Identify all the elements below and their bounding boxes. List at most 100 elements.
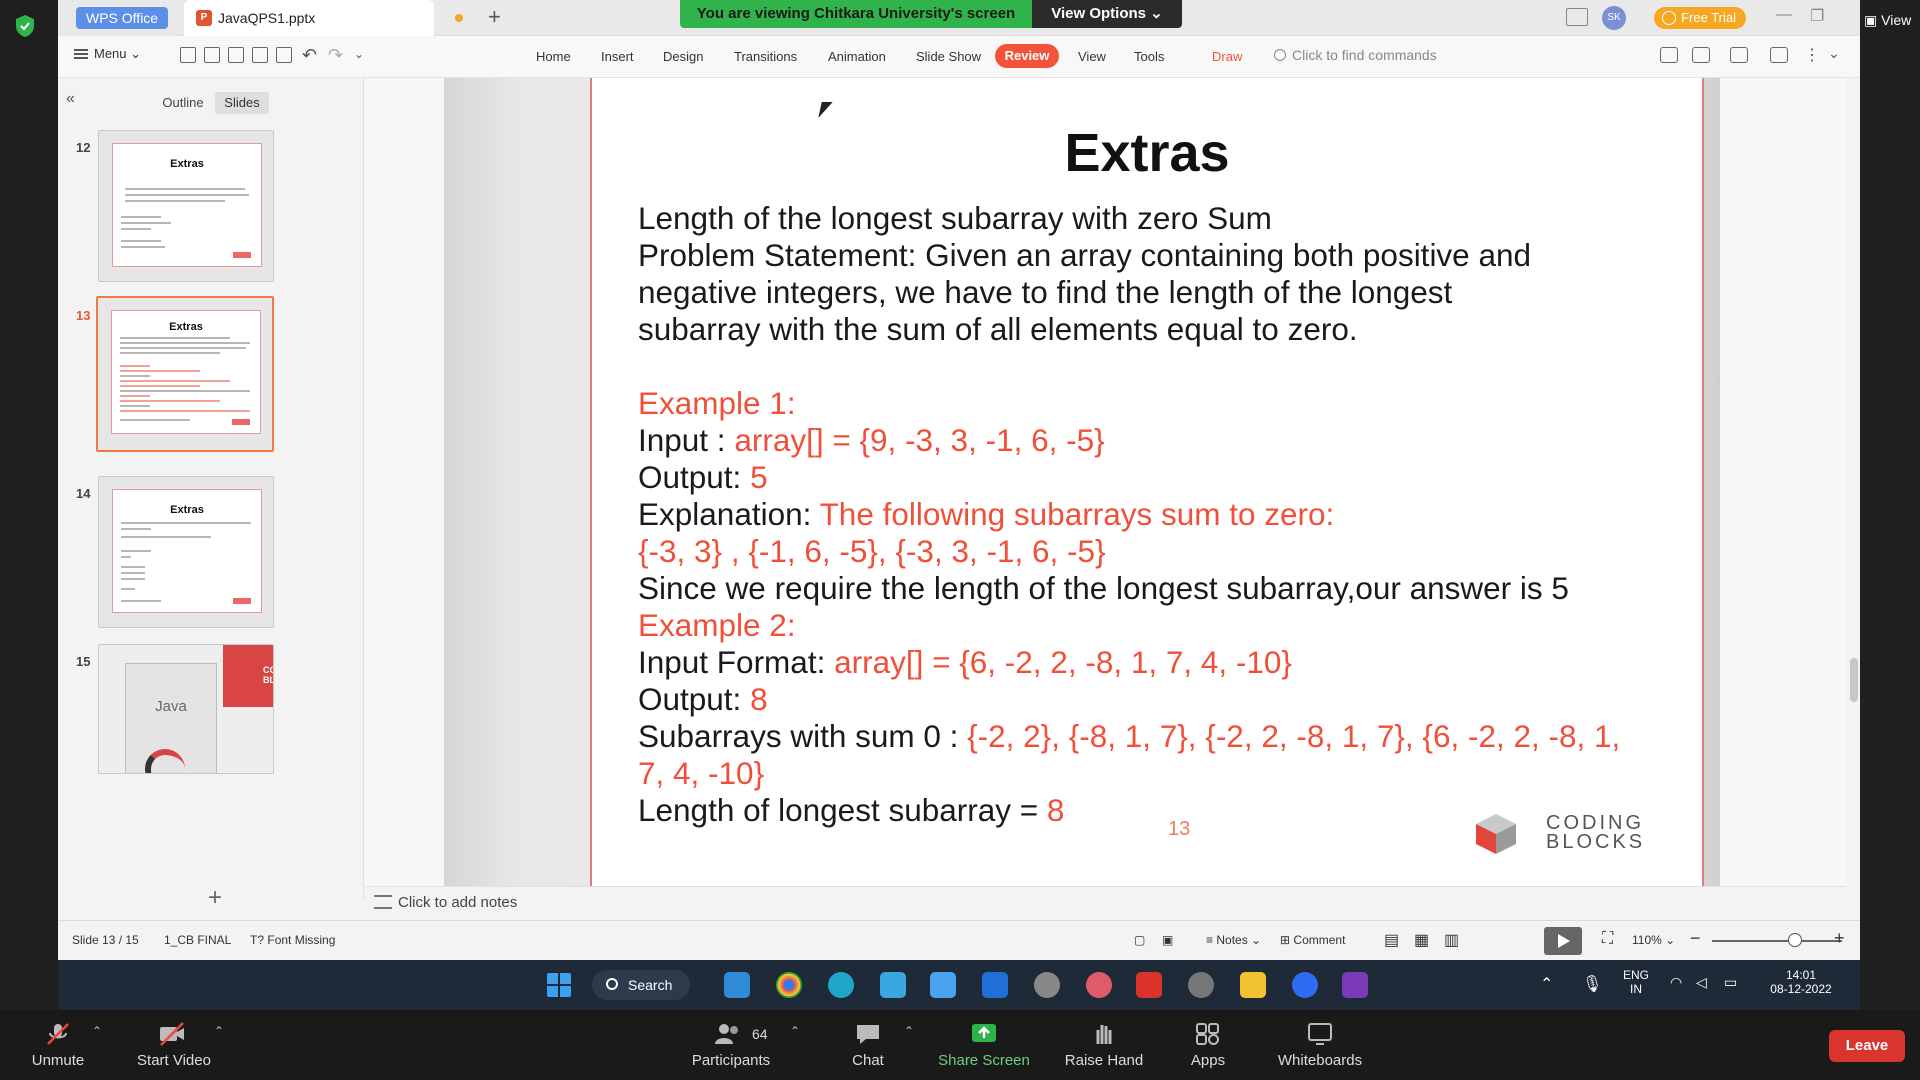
participants-options-chevron-icon[interactable]: ⌃ bbox=[790, 1024, 800, 1038]
zoom-slider[interactable] bbox=[1712, 940, 1842, 942]
customize-toolbar-icon[interactable]: ⌄ bbox=[354, 47, 364, 61]
file-explorer-icon[interactable] bbox=[1240, 972, 1266, 998]
start-video-label[interactable]: Start Video bbox=[132, 1052, 216, 1069]
muted-microphone-icon[interactable] bbox=[44, 1022, 72, 1046]
edge-icon[interactable] bbox=[828, 972, 854, 998]
layout-icon[interactable] bbox=[1566, 8, 1588, 26]
slide-thumbnail[interactable]: Extras bbox=[98, 476, 274, 628]
minimize-icon[interactable]: — bbox=[1776, 6, 1792, 24]
view-options-button[interactable]: View Options ⌄ bbox=[1032, 0, 1182, 28]
slack-icon[interactable] bbox=[1086, 972, 1112, 998]
apps-icon[interactable] bbox=[1194, 1022, 1222, 1046]
normal-view-icon[interactable]: ▤ bbox=[1384, 930, 1399, 950]
eclipse-icon[interactable] bbox=[1034, 972, 1060, 998]
chat-options-chevron-icon[interactable]: ⌃ bbox=[904, 1024, 914, 1038]
share-icon[interactable] bbox=[1692, 47, 1710, 63]
notes-toggle[interactable]: ≡ Notes ⌄ bbox=[1206, 933, 1261, 947]
chat-icon[interactable] bbox=[854, 1022, 882, 1046]
slide-thumbnail-active[interactable]: Extras bbox=[96, 296, 274, 452]
comment-toggle[interactable]: ⊞ Comment bbox=[1280, 933, 1345, 947]
eclipse-icon-2[interactable] bbox=[1188, 972, 1214, 998]
language-indicator[interactable]: ENG IN bbox=[1618, 968, 1654, 996]
raise-hand-label[interactable]: Raise Hand bbox=[1058, 1052, 1150, 1069]
tab-slides[interactable]: Slides bbox=[215, 92, 269, 114]
tab-document[interactable]: P JavaQPS1.pptx bbox=[184, 0, 434, 36]
leave-button[interactable]: Leave bbox=[1829, 1030, 1905, 1062]
zoom-in-icon[interactable]: + bbox=[1834, 928, 1845, 949]
tab-slide-show[interactable]: Slide Show bbox=[916, 49, 981, 64]
chrome-icon[interactable] bbox=[776, 972, 802, 998]
audio-options-chevron-icon[interactable]: ⌃ bbox=[92, 1024, 102, 1038]
view-button[interactable]: ▣ View bbox=[1864, 12, 1911, 29]
vertical-scrollbar[interactable] bbox=[1848, 78, 1860, 838]
replace-icon[interactable]: ▣ bbox=[1162, 933, 1173, 947]
tray-chevron-icon[interactable]: ⌃ bbox=[1540, 974, 1553, 994]
desktop-icon[interactable] bbox=[880, 972, 906, 998]
tab-draw[interactable]: Draw bbox=[1212, 49, 1242, 64]
tab-design[interactable]: Design bbox=[663, 49, 703, 64]
slide[interactable]: Extras Length of the longest subarray wi… bbox=[590, 78, 1704, 886]
print-preview-icon[interactable] bbox=[276, 47, 292, 63]
apps-label[interactable]: Apps bbox=[1180, 1052, 1236, 1069]
tab-animation[interactable]: Animation bbox=[828, 49, 886, 64]
tab-wps-office[interactable]: WPS Office bbox=[58, 0, 178, 36]
add-slide-plus-icon[interactable]: + bbox=[208, 884, 222, 912]
export-pdf-icon[interactable] bbox=[228, 47, 244, 63]
tab-review[interactable]: Review bbox=[995, 44, 1059, 68]
theme-name[interactable]: 1_CB FINAL bbox=[164, 933, 231, 947]
video-off-icon[interactable] bbox=[158, 1022, 186, 1046]
clock[interactable]: 14:01 08-12-2022 bbox=[1756, 968, 1846, 996]
participants-label[interactable]: Participants bbox=[686, 1052, 776, 1069]
open-folder-icon[interactable] bbox=[180, 47, 196, 63]
tab-transitions[interactable]: Transitions bbox=[734, 49, 797, 64]
restore-icon[interactable]: ❐ bbox=[1810, 6, 1824, 26]
undo-icon[interactable]: ↶ bbox=[302, 45, 317, 66]
new-tab-plus-icon[interactable]: + bbox=[488, 4, 501, 30]
cloud-sync-icon[interactable] bbox=[1730, 47, 1748, 63]
whiteboards-label[interactable]: Whiteboards bbox=[1270, 1052, 1370, 1069]
zoom-out-icon[interactable]: − bbox=[1690, 928, 1701, 949]
whiteboard-icon[interactable] bbox=[1306, 1022, 1334, 1046]
unmute-label[interactable]: Unmute bbox=[28, 1052, 88, 1069]
notes-bar[interactable]: Click to add notes bbox=[364, 886, 1846, 916]
share-screen-icon[interactable] bbox=[970, 1022, 998, 1046]
font-missing-button[interactable]: T? Font Missing bbox=[250, 933, 335, 947]
onenote-icon[interactable] bbox=[1342, 972, 1368, 998]
video-options-chevron-icon[interactable]: ⌃ bbox=[214, 1024, 224, 1038]
zoom-slider-handle[interactable] bbox=[1788, 933, 1802, 947]
collapse-panel-icon[interactable]: « bbox=[66, 90, 75, 108]
free-trial-button[interactable]: Free Trial bbox=[1654, 7, 1746, 29]
redo-icon[interactable]: ↷ bbox=[328, 45, 343, 66]
wps-office-icon[interactable] bbox=[1136, 972, 1162, 998]
slide-thumbnail[interactable]: Java CODING BLOCKS bbox=[98, 644, 274, 774]
slide-body-text[interactable]: Length of the longest subarray with zero… bbox=[638, 200, 1678, 829]
windows-start-icon[interactable] bbox=[546, 972, 572, 998]
collaborate-icon[interactable] bbox=[1660, 47, 1678, 63]
share-screen-label[interactable]: Share Screen bbox=[936, 1052, 1032, 1069]
slideshow-play-button[interactable] bbox=[1544, 927, 1582, 955]
protect-icon[interactable]: ▢ bbox=[1134, 933, 1145, 947]
collapse-ribbon-icon[interactable]: ⌄ bbox=[1828, 45, 1840, 62]
slide-sorter-icon[interactable]: ▦ bbox=[1414, 930, 1429, 950]
participants-icon[interactable] bbox=[714, 1022, 742, 1046]
wifi-icon[interactable]: ◠ bbox=[1670, 974, 1682, 991]
save-icon[interactable] bbox=[204, 47, 220, 63]
chat-label[interactable]: Chat bbox=[842, 1052, 894, 1069]
tab-home[interactable]: Home bbox=[536, 49, 571, 64]
notepad-icon[interactable] bbox=[930, 972, 956, 998]
comment-icon[interactable] bbox=[1770, 47, 1788, 63]
tab-view[interactable]: View bbox=[1078, 49, 1106, 64]
vscode-icon[interactable] bbox=[724, 972, 750, 998]
taskbar-search[interactable]: Search bbox=[592, 970, 690, 1000]
fit-window-icon[interactable]: ⛶ bbox=[1602, 930, 1613, 948]
more-options-icon[interactable]: ⋮ bbox=[1804, 45, 1820, 65]
avatar[interactable]: SK bbox=[1602, 6, 1626, 30]
menu-button[interactable]: Menu ⌄ bbox=[74, 46, 141, 62]
microphone-icon[interactable]: 🎙 bbox=[1582, 974, 1602, 994]
print-icon[interactable] bbox=[252, 47, 268, 63]
slide-thumbnail[interactable]: Extras bbox=[98, 130, 274, 282]
scrollbar-thumb[interactable] bbox=[1850, 658, 1858, 702]
command-search-input[interactable]: Click to find commands bbox=[1274, 47, 1437, 63]
zoom-level[interactable]: 110% ⌄ bbox=[1632, 933, 1675, 947]
raise-hand-icon[interactable] bbox=[1090, 1022, 1118, 1046]
